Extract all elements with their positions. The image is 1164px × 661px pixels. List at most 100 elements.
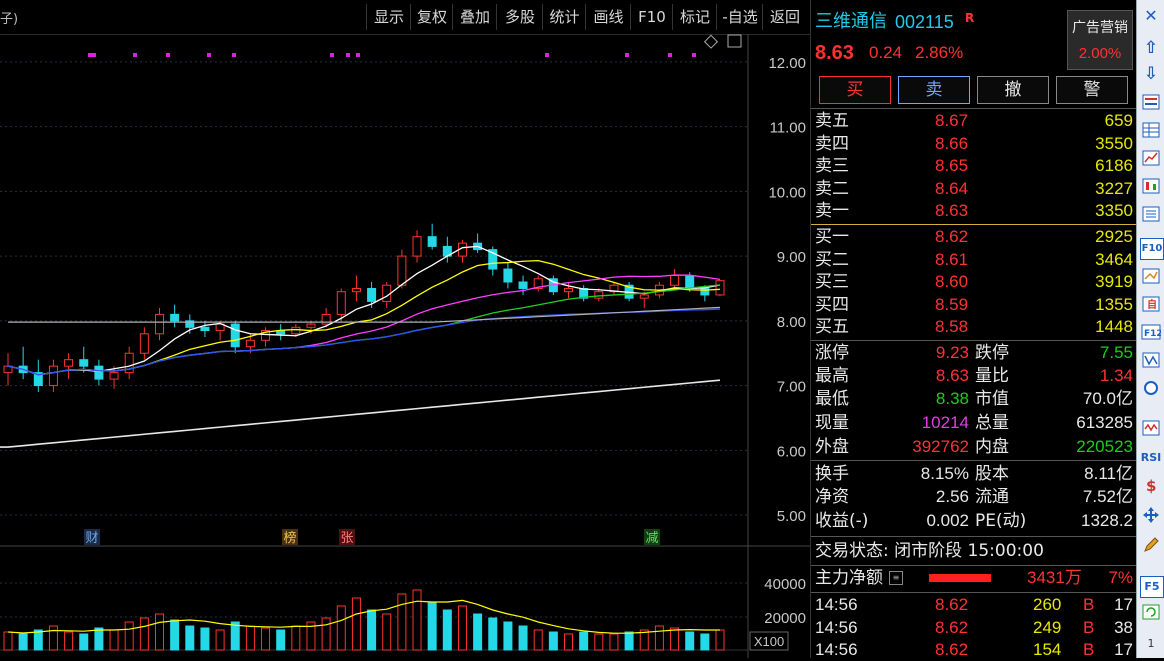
- wave-icon[interactable]: [1140, 420, 1162, 440]
- kline-svg[interactable]: 12.00 11.00 10.00 9.00 8.00 7.00 6.00 5.00 40000…: [0, 0, 810, 658]
- asks-level-volume: 659: [1104, 111, 1133, 130]
- cancel-order-button[interactable]: 撤: [977, 76, 1049, 104]
- candle-body: [685, 275, 695, 289]
- candle-body: [503, 268, 513, 283]
- f12-icon[interactable]: F12: [1140, 324, 1163, 344]
- limit-down-value: 7.55: [1099, 343, 1133, 362]
- news-icon[interactable]: [1140, 206, 1162, 226]
- asks-level-volume: 3350: [1095, 201, 1133, 221]
- event-marker: [92, 53, 96, 57]
- stat-row-turnover: 换手 8.15% 股本 8.11亿: [811, 463, 1137, 485]
- dollar-icon[interactable]: $: [1140, 476, 1162, 496]
- quote-list-icon[interactable]: [1140, 94, 1162, 114]
- ma5-line: [7, 245, 721, 376]
- sell-button[interactable]: 卖: [898, 76, 970, 104]
- price-tick-label: 9.00: [777, 249, 806, 266]
- bids-level-row[interactable]: 买三 8.60 3919: [811, 271, 1137, 293]
- high-value: 8.63: [935, 366, 969, 385]
- volume-bar: [594, 633, 604, 651]
- asks-level-row[interactable]: 卖一 8.63 3350: [811, 200, 1137, 222]
- divider: [811, 340, 1137, 341]
- alert-button[interactable]: 警: [1056, 76, 1128, 104]
- profile-icon[interactable]: 自: [1140, 296, 1162, 316]
- volume-bar: [64, 631, 74, 651]
- line-chart-icon[interactable]: [1140, 150, 1162, 170]
- volume-bar: [18, 633, 28, 651]
- buy-button[interactable]: 买: [819, 76, 891, 104]
- main-flow-row[interactable]: 主力净额 ≡ 3431万 7%: [811, 567, 1137, 589]
- bids-level-row[interactable]: 买五 8.58 1448: [811, 316, 1137, 338]
- candle-body: [64, 359, 74, 367]
- asks-level-row[interactable]: 卖二 8.64 3227: [811, 178, 1137, 200]
- rsi-icon[interactable]: RSI: [1140, 448, 1162, 468]
- indicator-icon[interactable]: [1140, 268, 1162, 288]
- f10-icon[interactable]: F10: [1140, 238, 1164, 260]
- bids-level-label: 买五: [815, 317, 849, 338]
- bids-level-price: 8.58: [935, 317, 969, 337]
- vol-ratio-label: 量比: [975, 366, 1009, 386]
- volume-bar: [336, 605, 346, 651]
- eps-value: 0.002: [926, 511, 969, 530]
- asks-level-row[interactable]: 卖五 8.67 659: [811, 110, 1137, 132]
- tick-time: 14:56: [815, 617, 858, 637]
- volume-bar: [473, 613, 483, 651]
- arrow-down-icon[interactable]: ⇩: [1140, 64, 1162, 84]
- stat-row-high: 最高 8.63 量比 1.34: [811, 365, 1137, 387]
- candle-body: [291, 326, 301, 335]
- candle-body: [427, 236, 437, 247]
- volume-bar: [3, 631, 13, 651]
- asks-level-volume: 6186: [1095, 156, 1133, 176]
- volume-bar: [124, 621, 134, 651]
- cur-vol-label: 现量: [815, 413, 849, 433]
- candle-icon[interactable]: [1140, 178, 1162, 198]
- volume-bar: [200, 627, 210, 651]
- list-icon[interactable]: ≡: [889, 571, 903, 585]
- stock-name: 三维通信: [815, 11, 887, 32]
- candle-body: [170, 313, 180, 322]
- vol-ratio-value: 1.34: [1099, 366, 1133, 385]
- f5-icon[interactable]: F5: [1140, 576, 1164, 598]
- divider: [811, 565, 1137, 566]
- tick-row: 14:56 8.62 249 B 38: [811, 617, 1137, 639]
- candle-body: [518, 281, 528, 289]
- table-icon[interactable]: [1140, 122, 1162, 142]
- candle-body: [397, 255, 407, 286]
- asks-level-row[interactable]: 卖四 8.66 3550: [811, 133, 1137, 155]
- asks-level-row[interactable]: 卖三 8.65 6186: [811, 155, 1137, 177]
- pe-label: PE(动): [975, 511, 1027, 531]
- tick-time: 14:56: [815, 595, 858, 614]
- circle-icon[interactable]: [1140, 380, 1162, 400]
- svg-text:$: $: [1146, 477, 1156, 494]
- candle-body: [639, 294, 649, 299]
- bids-level-price: 8.62: [935, 227, 969, 246]
- candle-body: [79, 359, 89, 367]
- total-vol-label: 总量: [975, 413, 1009, 433]
- eps-label: 收益(-): [815, 511, 869, 531]
- candle-body: [336, 291, 346, 315]
- bids-level-row[interactable]: 买一 8.62 2925: [811, 226, 1137, 248]
- pencil-icon[interactable]: [1140, 536, 1162, 556]
- refresh-icon[interactable]: [1140, 604, 1162, 624]
- volume-bar: [654, 625, 664, 651]
- asks-level-volume: 3550: [1095, 133, 1133, 153]
- event-marker: [133, 53, 137, 57]
- bids-level-row[interactable]: 买二 8.61 3464: [811, 249, 1137, 271]
- candle-body: [139, 333, 149, 354]
- volume-bar: [548, 631, 558, 651]
- close-icon[interactable]: ✕: [1140, 6, 1162, 26]
- candle-body: [48, 365, 58, 387]
- arrow-up-icon[interactable]: ⇧: [1140, 38, 1162, 58]
- diamond-icon: [703, 34, 719, 49]
- kline-chart-area[interactable]: 子) 显示 复权 叠加 多股 统计 画线 F10 标记 -自选 返回 12.00 11.00 10.0…: [0, 0, 810, 658]
- main-flow-label: 主力净额: [815, 568, 883, 588]
- candle-body: [109, 372, 119, 380]
- bids-level-row[interactable]: 买四 8.59 1355: [811, 294, 1137, 316]
- volume-tick-label: 20000: [764, 610, 806, 627]
- price-row: 8.63 0.24 2.86%: [811, 42, 1137, 66]
- tick-chart-icon[interactable]: [1140, 352, 1162, 372]
- price-tick-label: 8.00: [777, 314, 806, 331]
- price-tick-label: 12.00: [768, 55, 806, 72]
- tick-n: 17: [1114, 595, 1133, 614]
- bids-level-volume: 1448: [1095, 317, 1133, 337]
- move-icon[interactable]: [1140, 506, 1162, 526]
